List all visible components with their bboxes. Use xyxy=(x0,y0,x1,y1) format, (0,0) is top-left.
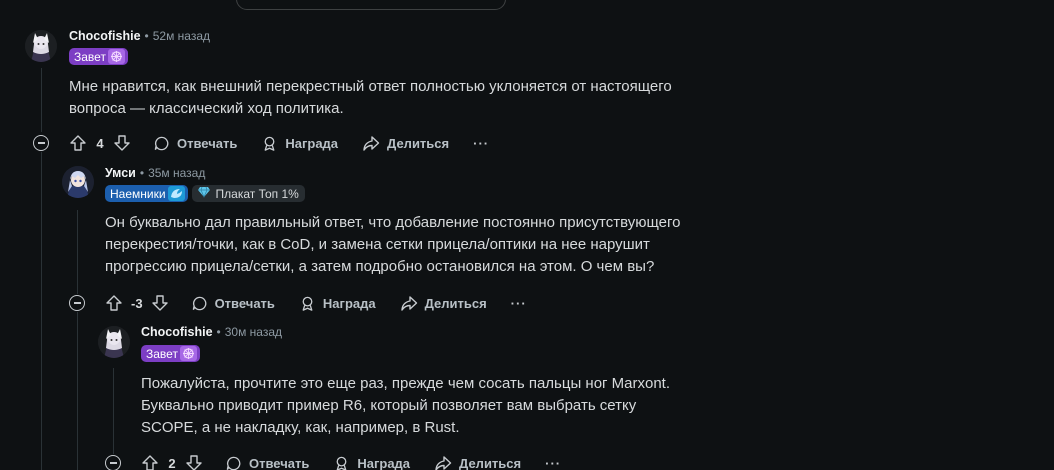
chat-bubble-icon xyxy=(225,455,242,470)
chat-bubble-icon xyxy=(191,295,208,312)
downvote-icon[interactable] xyxy=(185,454,203,470)
comment-body: Мне нравится, как внешний перекрестный о… xyxy=(69,76,749,120)
flair-emblem-icon xyxy=(179,346,197,361)
user-flair: Завет xyxy=(141,345,200,362)
reply-button[interactable]: Отвечать xyxy=(191,295,275,312)
comment-thread: Chocofishie • 52м назад Завет Мне нравит… xyxy=(0,0,1054,470)
more-options-button[interactable]: ··· xyxy=(473,136,489,151)
author-line: Умси • 35м назад xyxy=(105,166,205,180)
search-bar-edge[interactable] xyxy=(236,0,506,10)
comment-actions: 4 Отвечать Награда Делиться ··· xyxy=(69,133,489,153)
reply-label: Отвечать xyxy=(214,295,275,311)
thread-line xyxy=(41,152,42,470)
award-label: Награда xyxy=(357,455,411,470)
reply-label: Отвечать xyxy=(177,135,238,151)
award-label: Награда xyxy=(322,295,376,311)
share-button[interactable]: Делиться xyxy=(434,455,521,470)
vote-group: -3 xyxy=(105,294,169,312)
award-icon xyxy=(261,135,278,152)
separator: • xyxy=(216,325,221,339)
chat-bubble-icon xyxy=(153,135,170,152)
collapse-thread-button[interactable] xyxy=(105,455,121,470)
avatar[interactable] xyxy=(25,30,57,62)
upvote-icon[interactable] xyxy=(105,294,123,312)
share-label: Делиться xyxy=(387,135,450,151)
avatar[interactable] xyxy=(98,326,130,358)
thread-line xyxy=(41,68,42,132)
vote-score: 4 xyxy=(96,135,104,151)
flair-text: Наемники xyxy=(110,186,166,201)
vote-group: 2 xyxy=(141,454,203,470)
comment-line: вопроса — классический ход политика. xyxy=(69,100,344,117)
timestamp[interactable]: 52м назад xyxy=(153,29,210,43)
comment-line: Он буквально дал правильный ответ, что д… xyxy=(105,214,681,231)
comment-line: прогрессию прицела/сетки, а затем подроб… xyxy=(105,258,655,275)
more-options-button[interactable]: ··· xyxy=(511,296,527,311)
award-button[interactable]: Награда xyxy=(299,295,376,312)
award-icon xyxy=(299,295,316,312)
downvote-icon[interactable] xyxy=(113,134,131,152)
flair-emblem-icon xyxy=(107,49,125,64)
flair-text: Плакат Топ 1% xyxy=(215,186,299,201)
award-button[interactable]: Награда xyxy=(261,135,338,152)
downvote-icon[interactable] xyxy=(151,294,169,312)
share-icon xyxy=(434,455,452,470)
comment-line: Пожалуйста, прочтите это еще раз, прежде… xyxy=(141,375,671,392)
timestamp[interactable]: 30м назад xyxy=(225,325,282,339)
more-options-button[interactable]: ··· xyxy=(545,456,561,470)
user-flair: Наемники xyxy=(105,185,188,202)
author-line: Chocofishie • 30м назад xyxy=(141,325,282,339)
vote-score: 2 xyxy=(168,455,176,470)
share-icon xyxy=(362,135,380,152)
award-icon xyxy=(333,455,350,470)
more-options-icon: ··· xyxy=(510,295,527,311)
reply-button[interactable]: Отвечать xyxy=(153,135,237,152)
comment-line: Буквально приводит пример R6, который по… xyxy=(141,397,637,414)
timestamp[interactable]: 35м назад xyxy=(148,166,205,180)
author-line: Chocofishie • 52м назад xyxy=(69,29,210,43)
comment-body: Он буквально дал правильный ответ, что д… xyxy=(105,212,785,278)
user-flair: Завет xyxy=(69,48,128,65)
comment-actions: -3 Отвечать Награда Делиться ··· xyxy=(105,293,527,313)
comment-line: перекрестия/точки, как в CoD, и замена с… xyxy=(105,236,650,253)
comment-line: Мне нравится, как внешний перекрестный о… xyxy=(69,78,672,95)
collapse-thread-button[interactable] xyxy=(69,295,85,311)
vote-score: -3 xyxy=(131,295,143,311)
collapse-thread-button[interactable] xyxy=(33,135,49,151)
flair-text: Завет xyxy=(74,49,106,64)
award-label: Награда xyxy=(285,135,339,151)
share-button[interactable]: Делиться xyxy=(362,135,449,152)
share-icon xyxy=(400,295,418,312)
award-button[interactable]: Награда xyxy=(333,455,410,470)
share-button[interactable]: Делиться xyxy=(400,295,487,312)
thread-line xyxy=(113,368,114,454)
separator: • xyxy=(144,29,149,43)
reply-button[interactable]: Отвечать xyxy=(225,455,309,470)
vote-group: 4 xyxy=(69,134,131,152)
diamond-icon xyxy=(197,186,211,201)
author-name[interactable]: Chocofishie xyxy=(69,29,141,43)
flair-row: Завет xyxy=(141,345,200,362)
thread-line xyxy=(77,312,78,470)
upvote-icon[interactable] xyxy=(69,134,87,152)
separator: • xyxy=(139,166,145,180)
author-name[interactable]: Умси xyxy=(105,166,136,180)
flair-row: Наемники Плакат Топ 1% xyxy=(105,185,305,202)
reply-label: Отвечать xyxy=(249,455,310,470)
share-label: Делиться xyxy=(424,295,487,311)
share-label: Делиться xyxy=(459,455,522,470)
flair-row: Завет xyxy=(69,48,128,65)
avatar[interactable] xyxy=(62,166,94,198)
comment-body: Пожалуйста, прочтите это еще раз, прежде… xyxy=(141,373,821,439)
flair-emblem-icon xyxy=(167,186,185,201)
top-poster-flair: Плакат Топ 1% xyxy=(191,185,305,202)
upvote-icon[interactable] xyxy=(141,454,159,470)
comment-line: SCOPE, а не накладку, как, например, в R… xyxy=(141,419,460,436)
more-options-icon: ··· xyxy=(545,455,562,470)
author-name[interactable]: Chocofishie xyxy=(141,325,213,339)
flair-text: Завет xyxy=(146,346,178,361)
thread-line xyxy=(77,210,78,294)
comment-actions: 2 Отвечать Награда Делиться ··· xyxy=(141,453,561,470)
more-options-icon: ··· xyxy=(473,135,490,151)
